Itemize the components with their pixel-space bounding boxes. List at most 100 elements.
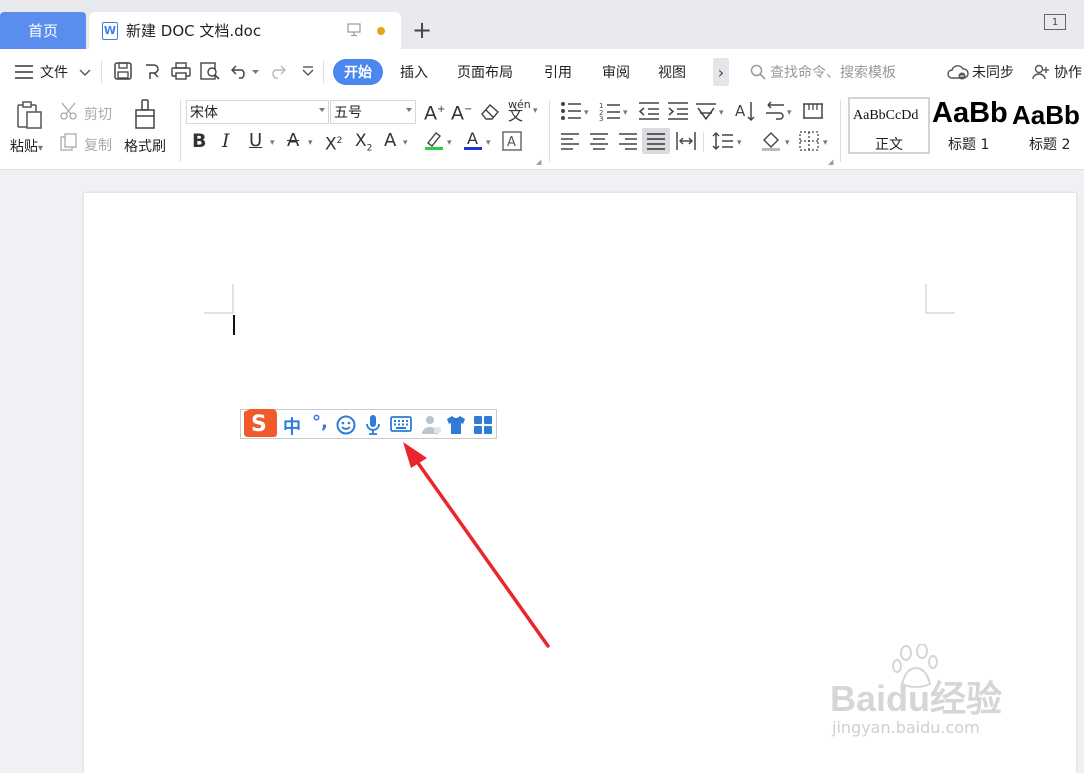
- tab-page-layout[interactable]: 页面布局: [457, 49, 513, 95]
- window-count-icon[interactable]: 1: [1044, 14, 1066, 30]
- copy-button[interactable]: 复制: [84, 135, 112, 155]
- command-search[interactable]: 查找命令、搜索模板: [750, 49, 896, 95]
- paste-button[interactable]: 粘贴▾: [10, 136, 43, 156]
- sogou-logo-icon[interactable]: S: [242, 407, 278, 439]
- collaborate-button[interactable]: 协作: [1032, 49, 1082, 95]
- scissors-icon[interactable]: [60, 102, 80, 120]
- chevron-down-icon[interactable]: [79, 69, 91, 77]
- character-border-icon[interactable]: A: [502, 131, 522, 151]
- bold-icon[interactable]: B: [192, 131, 206, 151]
- punctuation-icon[interactable]: °,: [312, 412, 328, 433]
- paste-icon[interactable]: [15, 100, 45, 130]
- borders-icon[interactable]: [799, 131, 819, 151]
- export-pdf-icon[interactable]: [143, 62, 161, 80]
- chinese-layout-icon[interactable]: [695, 101, 717, 121]
- numbered-list-icon[interactable]: 123: [599, 101, 621, 121]
- chevron-down-icon[interactable]: ▾: [486, 133, 491, 153]
- monitor-icon[interactable]: [347, 23, 361, 37]
- font-name-select[interactable]: 宋体: [186, 100, 329, 124]
- chevron-down-icon[interactable]: ▾: [787, 103, 792, 123]
- text-effect-icon[interactable]: A: [384, 131, 396, 151]
- more-tabs-button[interactable]: ›: [713, 58, 729, 86]
- grow-font-icon[interactable]: A+: [424, 100, 445, 123]
- format-painter-button[interactable]: 格式刷: [124, 136, 166, 156]
- show-formatting-icon[interactable]: [764, 101, 786, 121]
- chevron-down-icon[interactable]: ▾: [308, 133, 313, 153]
- tab-view[interactable]: 视图: [658, 49, 686, 95]
- underline-icon[interactable]: U: [249, 131, 262, 151]
- strikethrough-icon[interactable]: A: [287, 131, 299, 151]
- customize-toolbar-icon[interactable]: [302, 66, 314, 78]
- shrink-font-icon[interactable]: A−: [451, 100, 472, 123]
- file-menu[interactable]: 文件: [40, 49, 68, 95]
- divider: [840, 100, 841, 162]
- sort-icon[interactable]: A: [735, 100, 755, 122]
- distributed-align-icon[interactable]: [675, 131, 697, 151]
- font-size-select[interactable]: 五号: [330, 100, 416, 124]
- emoji-icon[interactable]: [336, 415, 356, 435]
- chevron-down-icon[interactable]: ▾: [270, 133, 275, 153]
- style-normal-sample: AaBbCcDd: [853, 108, 919, 123]
- increase-indent-icon[interactable]: [667, 101, 689, 121]
- chevron-down-icon[interactable]: ▾: [533, 101, 538, 121]
- style-normal[interactable]: AaBbCcDd 正文: [848, 97, 930, 154]
- save-icon[interactable]: [114, 62, 132, 80]
- superscript-icon[interactable]: X2: [325, 131, 342, 155]
- align-right-icon[interactable]: [618, 132, 638, 150]
- italic-icon[interactable]: I: [222, 131, 230, 151]
- chevron-down-icon[interactable]: ▾: [623, 103, 628, 123]
- undo-dropdown-icon[interactable]: [252, 70, 259, 75]
- new-tab-button[interactable]: +: [412, 18, 432, 42]
- tab-review[interactable]: 审阅: [602, 49, 630, 95]
- microphone-icon[interactable]: [365, 414, 381, 436]
- chevron-down-icon[interactable]: ▾: [403, 133, 408, 153]
- tab-references[interactable]: 引用: [544, 49, 572, 95]
- line-spacing-icon[interactable]: [712, 131, 734, 151]
- undo-icon[interactable]: [231, 63, 249, 79]
- redo-icon[interactable]: [268, 63, 286, 79]
- ime-toolbar[interactable]: S 中 °,: [240, 409, 497, 439]
- copy-icon[interactable]: [60, 133, 78, 151]
- watermark-brand: Baidu经验: [830, 678, 1003, 719]
- paragraph-dialog-launcher-icon[interactable]: ◢: [828, 152, 833, 172]
- style-heading-2[interactable]: AaBb 标题 2: [1012, 97, 1084, 154]
- align-left-icon[interactable]: [560, 132, 580, 150]
- chevron-down-icon[interactable]: ▾: [785, 133, 790, 153]
- eraser-icon[interactable]: [480, 102, 500, 120]
- tab-document[interactable]: W 新建 DOC 文档.doc: [89, 12, 401, 49]
- account-icon[interactable]: [421, 414, 443, 436]
- print-icon[interactable]: [171, 62, 191, 80]
- style-heading-1[interactable]: AaBb 标题 1: [932, 97, 1010, 154]
- font-dialog-launcher-icon[interactable]: ◢: [536, 152, 541, 172]
- chevron-down-icon[interactable]: ▾: [719, 103, 724, 123]
- toolbox-icon[interactable]: [473, 415, 493, 435]
- bullet-list-icon[interactable]: [560, 101, 582, 121]
- print-preview-icon[interactable]: [200, 62, 220, 80]
- skin-icon[interactable]: [446, 415, 466, 435]
- tab-insert[interactable]: 插入: [400, 49, 428, 95]
- hamburger-menu-icon[interactable]: [15, 65, 33, 79]
- font-color-icon[interactable]: A: [463, 129, 483, 151]
- ruler-icon[interactable]: [802, 102, 824, 120]
- chevron-down-icon[interactable]: ▾: [447, 133, 452, 153]
- tab-home[interactable]: 首页: [0, 12, 86, 49]
- highlight-icon[interactable]: [424, 129, 444, 151]
- keyboard-icon[interactable]: [390, 416, 412, 432]
- shading-icon[interactable]: [761, 131, 783, 151]
- sogou-logo-text: S: [251, 412, 267, 437]
- chevron-down-icon[interactable]: ▾: [823, 133, 828, 153]
- chinese-mode-icon[interactable]: 中: [283, 413, 301, 439]
- subscript-icon[interactable]: X2: [355, 131, 372, 158]
- chevron-down-icon[interactable]: ▾: [584, 103, 589, 123]
- margin-corner-top-right: [925, 284, 955, 314]
- chevron-down-icon: [406, 108, 412, 112]
- chevron-down-icon[interactable]: ▾: [737, 133, 742, 153]
- format-painter-icon[interactable]: [133, 99, 159, 131]
- decrease-indent-icon[interactable]: [638, 101, 660, 121]
- pinyin-guide-icon[interactable]: wén 文: [508, 99, 531, 123]
- justify-button[interactable]: [642, 128, 670, 154]
- tab-start[interactable]: 开始: [333, 59, 383, 85]
- align-center-icon[interactable]: [589, 132, 609, 150]
- cut-button[interactable]: 剪切: [84, 104, 112, 124]
- sync-status[interactable]: 未同步: [947, 49, 1014, 95]
